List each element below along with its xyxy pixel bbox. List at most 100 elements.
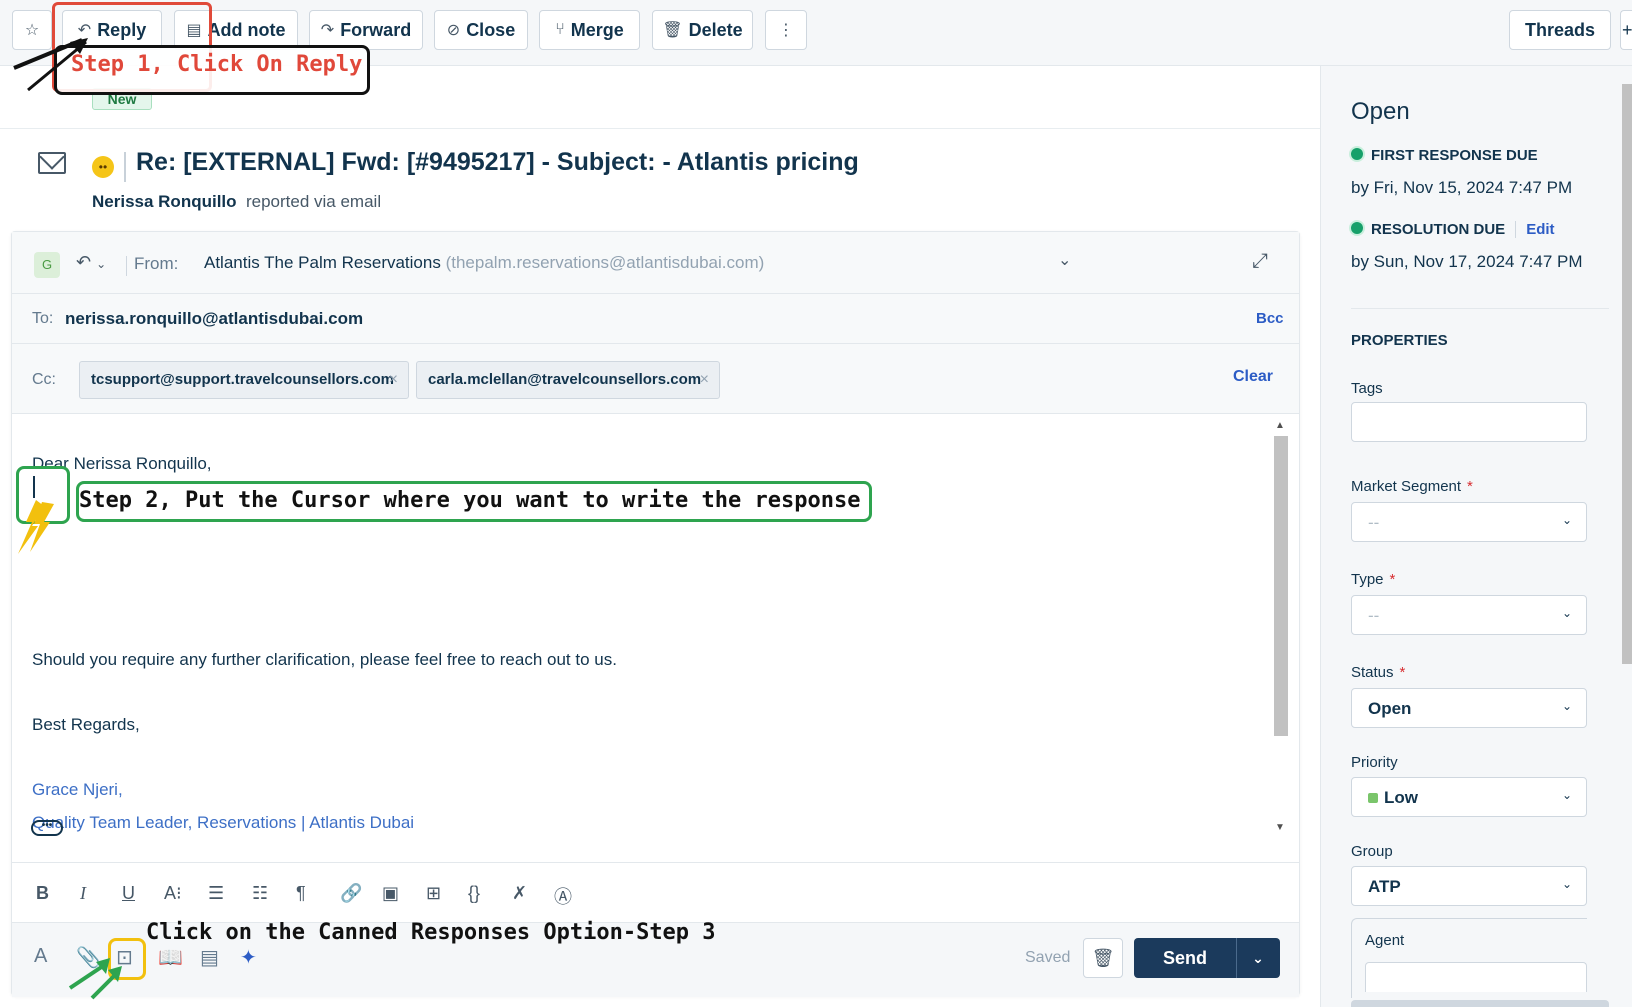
show-more-button[interactable]: ••• xyxy=(31,820,63,836)
reporter-line: Nerissa Ronquillo reported via email xyxy=(92,192,381,212)
clear-cc-link[interactable]: Clear xyxy=(1233,368,1273,386)
from-email: (thepalm.reservations@atlantisdubai.com) xyxy=(445,253,765,272)
reply-editor: G ↶ ⌄ From: Atlantis The Palm Reservatio… xyxy=(11,231,1300,997)
clear-format-icon[interactable]: ✗ xyxy=(512,883,527,904)
update-button-partial[interactable] xyxy=(1351,1000,1609,1007)
discard-draft-button[interactable]: 🗑 xyxy=(1083,938,1123,978)
from-row: G ↶ ⌄ From: Atlantis The Palm Reservatio… xyxy=(12,232,1299,294)
reporter-via: reported via email xyxy=(245,192,382,211)
cc-chip[interactable]: tcsupport@support.travelcounsellors.com × xyxy=(79,361,409,399)
chevron-down-icon[interactable]: ⌄ xyxy=(1058,250,1071,270)
to-label: To: xyxy=(32,310,54,327)
remove-icon[interactable]: × xyxy=(700,371,709,389)
tags-input[interactable] xyxy=(1351,402,1587,442)
bullet-list-icon[interactable]: ☷ xyxy=(252,883,268,904)
bcc-link[interactable]: Bcc xyxy=(1256,310,1284,327)
more-actions-button[interactable]: ⋮ xyxy=(765,10,807,50)
type-select[interactable]: -- ⌄ xyxy=(1351,595,1587,635)
properties-heading: PROPERTIES xyxy=(1351,332,1448,349)
annotation-step2: Step 2, Put the Cursor where you want to… xyxy=(76,481,872,522)
trash-icon: 🗑 xyxy=(662,22,683,39)
chevron-down-icon: ⌄ xyxy=(1561,788,1572,802)
merge-icon: ⑂ xyxy=(555,21,565,38)
formatting-toolbar: B I U A⁝ ☰ ☷ ¶ 🔗 ▣ ⊞ {} ✗ Ⓐ xyxy=(12,862,1299,922)
table-icon[interactable]: ⊞ xyxy=(426,883,441,904)
text-format-icon[interactable]: A xyxy=(34,945,47,968)
edit-due-link[interactable]: Edit xyxy=(1515,221,1555,238)
expand-icon[interactable]: ⤢ xyxy=(1252,250,1268,273)
add-button-partial[interactable]: + xyxy=(1620,10,1632,50)
cc-row: Cc: tcsupport@support.travelcounsellors.… xyxy=(12,344,1299,414)
group-label: Group xyxy=(1351,843,1393,860)
forward-icon: ↷ xyxy=(320,22,335,39)
email-icon xyxy=(38,152,66,174)
font-size-icon[interactable]: A⁝ xyxy=(164,883,182,904)
sla-dot-icon xyxy=(1351,222,1363,234)
from-select[interactable]: Atlantis The Palm Reservations (thepalm.… xyxy=(204,253,764,273)
check-circle-icon: ⊘ xyxy=(446,22,461,39)
scroll-up-icon[interactable]: ▲ xyxy=(1275,420,1285,431)
status-select[interactable]: Open ⌄ xyxy=(1351,688,1587,728)
chevron-down-icon: ⌄ xyxy=(1561,877,1572,891)
close-button[interactable]: ⊘ Close xyxy=(434,10,528,50)
delete-button[interactable]: 🗑 Delete xyxy=(652,10,753,50)
divider xyxy=(0,128,1320,129)
body-text: Best Regards, xyxy=(32,715,140,734)
to-row: To: nerissa.ronquillo@atlantisdubai.com … xyxy=(12,294,1299,344)
signature-name: Grace Njeri, xyxy=(32,780,123,799)
template-icon[interactable]: ▤ xyxy=(200,945,219,970)
remove-icon[interactable]: × xyxy=(389,371,398,389)
market-segment-select[interactable]: -- ⌄ xyxy=(1351,502,1587,542)
neutral-face-icon: •• xyxy=(92,156,114,178)
saved-status: Saved xyxy=(1025,949,1071,966)
from-name: Atlantis The Palm Reservations xyxy=(204,253,441,272)
type-label: Type * xyxy=(1351,571,1396,588)
agent-select[interactable] xyxy=(1365,962,1587,992)
chevron-down-icon: ⌄ xyxy=(96,257,107,271)
group-select[interactable]: ATP ⌄ xyxy=(1351,866,1587,906)
panel-scrollbar[interactable] xyxy=(1622,84,1632,664)
signature-title: Quality Team Leader, Reservations | Atla… xyxy=(32,813,415,832)
solutions-icon[interactable]: 📖 xyxy=(158,945,183,970)
divider xyxy=(124,152,126,182)
tags-label: Tags xyxy=(1351,380,1383,397)
italic-icon[interactable]: I xyxy=(80,883,86,904)
code-icon[interactable]: {} xyxy=(468,883,480,904)
priority-select[interactable]: Low ⌄ xyxy=(1351,777,1587,817)
scrollbar[interactable] xyxy=(1274,436,1288,736)
underline-icon[interactable]: U xyxy=(122,883,135,904)
send-button[interactable]: Send ⌄ xyxy=(1134,938,1280,978)
threads-button[interactable]: Threads xyxy=(1509,10,1611,50)
annotation-arrow-icon xyxy=(13,38,88,92)
freddy-ai-icon[interactable]: ✦ xyxy=(240,945,257,970)
ticket-title: Re: [EXTERNAL] Fwd: [#9495217] - Subject… xyxy=(136,148,859,176)
ticket-properties-panel: Open FIRST RESPONSE DUE by Fri, Nov 15, … xyxy=(1320,66,1632,1007)
reporter-name[interactable]: Nerissa Ronquillo xyxy=(92,192,237,211)
cc-chip[interactable]: carla.mclellan@travelcounsellors.com × xyxy=(416,361,720,399)
scroll-down-icon[interactable]: ▼ xyxy=(1275,822,1285,833)
from-label: From: xyxy=(125,254,179,276)
autocorrect-icon[interactable]: Ⓐ xyxy=(554,883,572,909)
avatar: G xyxy=(34,252,60,278)
agent-label: Agent xyxy=(1365,932,1405,949)
annotation-arrow-icon xyxy=(68,958,122,1000)
send-options-chevron-icon[interactable]: ⌄ xyxy=(1236,938,1280,978)
bold-icon[interactable]: B xyxy=(36,883,49,904)
reply-type-dropdown[interactable]: ↶ ⌄ xyxy=(76,252,106,273)
first-response-date: by Fri, Nov 15, 2024 7:47 PM xyxy=(1351,178,1573,197)
sla-dot-icon xyxy=(1351,148,1363,160)
link-icon[interactable]: 🔗 xyxy=(340,883,362,904)
chevron-down-icon: ⌄ xyxy=(1561,606,1572,620)
reply-icon: ↶ xyxy=(76,252,92,272)
trash-icon: 🗑 xyxy=(1091,948,1115,968)
to-field[interactable]: nerissa.ronquillo@atlantisdubai.com xyxy=(65,309,363,329)
forward-button[interactable]: ↷ Forward xyxy=(309,10,423,50)
merge-button[interactable]: ⑂ Merge xyxy=(539,10,640,50)
annotation-arrow-icon xyxy=(18,500,54,554)
divider xyxy=(1351,308,1609,309)
image-icon[interactable]: ▣ xyxy=(382,883,399,904)
annotation-step1: Step 1, Click On Reply xyxy=(54,45,370,95)
paragraph-icon[interactable]: ¶ xyxy=(296,883,306,904)
ordered-list-icon[interactable]: ☰ xyxy=(208,883,224,904)
market-segment-label: Market Segment * xyxy=(1351,478,1473,495)
